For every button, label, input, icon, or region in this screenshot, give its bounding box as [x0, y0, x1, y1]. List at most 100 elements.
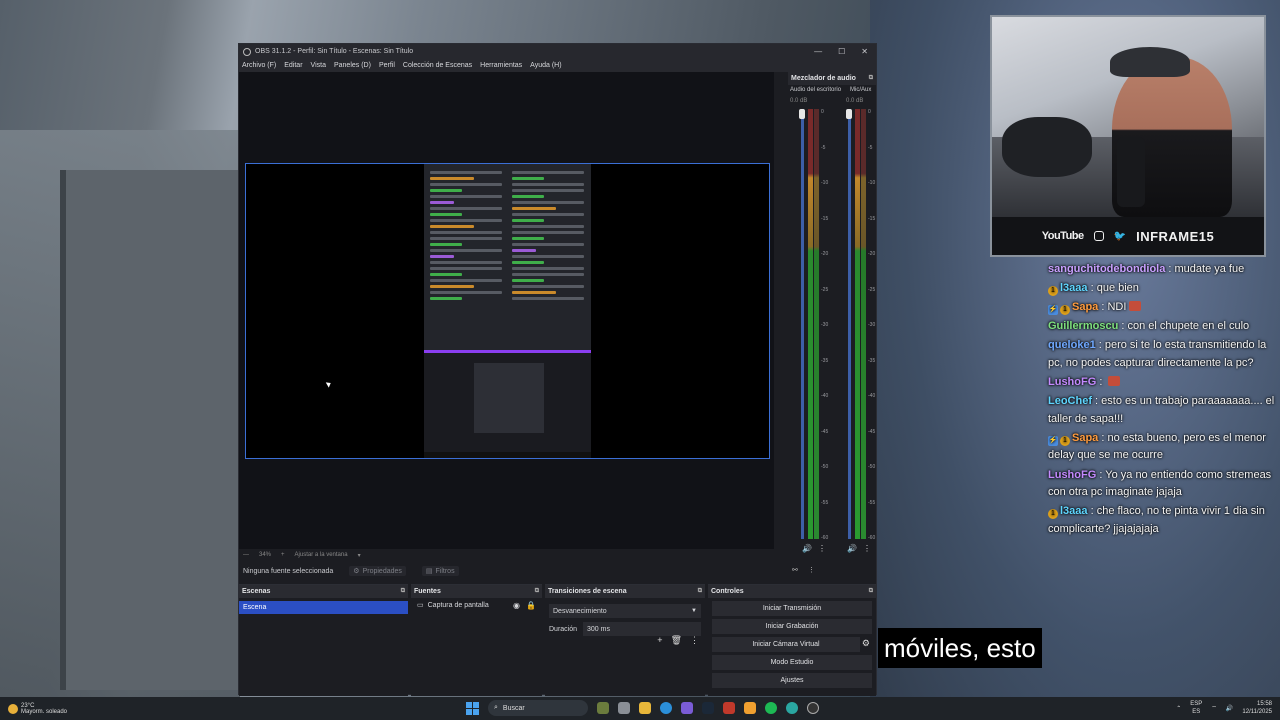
subtitle-caption: móviles, esto — [878, 628, 1042, 668]
zoom-in-button[interactable]: + — [281, 552, 285, 558]
db-tick-label: -25 — [821, 286, 829, 293]
chevron-down-icon[interactable]: ▾ — [358, 552, 361, 559]
close-button[interactable]: ✕ — [861, 47, 868, 56]
speaker-icon[interactable]: 🔊 — [847, 544, 857, 553]
source-item[interactable]: ▭ Captura de pantalla ◉ 🔒 — [411, 598, 542, 612]
volume-knob-desktop[interactable] — [799, 109, 805, 119]
dock-float-icon[interactable]: ⧉ — [869, 75, 873, 82]
link-icon[interactable]: ⚯ — [792, 566, 798, 580]
filters-button[interactable]: ▤ Filtros — [421, 566, 459, 576]
speaker-icon[interactable]: 🔊 — [1226, 705, 1233, 712]
mouse-cursor-icon — [325, 380, 333, 388]
menu-perfil[interactable]: Perfil — [379, 62, 395, 69]
keyboard-code: ES — [1192, 709, 1201, 715]
maximize-button[interactable]: ☐ — [838, 47, 845, 56]
chat-message: Guillermoscu : con el chupete en el culo — [1048, 318, 1276, 336]
properties-button[interactable]: ⚙ Propiedades — [349, 566, 406, 576]
preview-area[interactable] — [239, 72, 774, 549]
zoom-out-button[interactable]: — — [243, 552, 249, 558]
add-icon[interactable]: + — [657, 635, 662, 646]
start-recording-button[interactable]: Iniciar Grabación — [712, 619, 872, 634]
more-options-icon[interactable]: ⋮ — [808, 566, 815, 580]
obs-icon[interactable] — [807, 702, 819, 714]
obs-titlebar[interactable]: OBS 31.1.2 - Perfil: Sin Título - Escena… — [239, 44, 876, 59]
taskbar-app-icon[interactable] — [597, 702, 609, 714]
file-explorer-icon[interactable] — [639, 702, 651, 714]
wifi-icon[interactable]: ⌔ — [1211, 704, 1217, 712]
start-virtual-camera-button[interactable]: Iniciar Cámara Virtual — [712, 637, 860, 652]
weather-widget[interactable]: 23°C Mayorm. soleado — [0, 703, 67, 715]
mixer-db-desktop: 0.0 dB — [790, 98, 808, 104]
db-tick-label: -5 — [868, 144, 873, 151]
mixer-footer: ⚯ ⋮ — [788, 566, 876, 580]
chat-username: LushoFG — [1048, 376, 1097, 389]
studio-mode-button[interactable]: Modo Estudio — [712, 655, 872, 670]
steam-icon[interactable] — [702, 702, 714, 714]
volume-slider-desktop[interactable] — [801, 109, 804, 539]
menu-archivo[interactable]: Archivo (F) — [242, 62, 276, 69]
trash-icon[interactable]: 🗑 — [671, 635, 682, 646]
sources-title: Fuentes — [414, 588, 441, 595]
more-options-icon[interactable]: ⋮ — [863, 544, 871, 553]
more-options-icon[interactable]: ⋮ — [690, 635, 699, 646]
lock-icon[interactable]: 🔒 — [526, 601, 536, 610]
db-tick-label: -55 — [821, 499, 829, 506]
chat-separator: : — [1087, 505, 1097, 518]
menu-editar[interactable]: Editar — [284, 62, 302, 69]
zoom-value: 34% — [259, 552, 272, 558]
duration-label: Duración — [549, 625, 578, 633]
nested-screen-capture — [424, 164, 591, 458]
start-button[interactable] — [466, 701, 479, 715]
volume-knob-mic[interactable] — [846, 109, 852, 119]
menu-coleccion-escenas[interactable]: Colección de Escenas — [403, 62, 472, 69]
chat-message: 1 l3aaa : che flaco, no te pinta vivir 1 … — [1048, 503, 1276, 538]
transition-select[interactable]: Desvanecimiento ▼ — [549, 604, 701, 618]
menu-herramientas[interactable]: Herramientas — [480, 62, 522, 69]
volume-slider-mic[interactable] — [848, 109, 851, 539]
db-tick-label: -20 — [821, 251, 829, 257]
preview-canvas[interactable] — [245, 163, 770, 459]
chat-text: que bien — [1096, 282, 1139, 295]
menu-ayuda[interactable]: Ayuda (H) — [530, 62, 561, 69]
menu-paneles[interactable]: Paneles (D) — [334, 62, 371, 69]
settings-button[interactable]: Ajustes — [712, 673, 872, 688]
spotify-icon[interactable] — [765, 702, 777, 714]
filters-label: Filtros — [435, 567, 455, 575]
obs-logo-icon — [243, 47, 251, 56]
db-tick-label: -50 — [868, 464, 876, 470]
chat-username: l3aaa — [1060, 505, 1088, 518]
discord-icon[interactable] — [681, 702, 693, 714]
db-tick-label: -60 — [868, 535, 876, 541]
chat-separator: : — [1096, 468, 1106, 481]
app-icon[interactable] — [723, 702, 735, 714]
dock-float-icon[interactable]: ⧉ — [869, 588, 873, 595]
search-box[interactable]: ⌕ Buscar — [488, 700, 588, 716]
dock-float-icon[interactable]: ⧉ — [401, 588, 405, 595]
gear-icon[interactable]: ⚙ — [862, 638, 870, 649]
clock[interactable]: 15:58 12/11/2025 — [1242, 700, 1272, 716]
app-icon[interactable] — [744, 702, 756, 714]
emote-icon — [1108, 376, 1121, 387]
edge-icon[interactable] — [660, 702, 672, 714]
chat-message: sanguchitodebondiola : mudate ya fue — [1048, 261, 1276, 279]
zoom-mode[interactable]: Ajustar a la ventana — [295, 552, 348, 558]
scene-item[interactable]: Escena — [239, 601, 408, 614]
mod-badge-icon: ⚡ — [1048, 435, 1058, 446]
speaker-icon[interactable]: 🔊 — [802, 544, 812, 553]
menu-vista[interactable]: Vista — [311, 62, 326, 69]
start-streaming-button[interactable]: Iniciar Transmisión — [712, 601, 872, 616]
app-icon[interactable] — [786, 702, 798, 714]
language-indicator[interactable]: ESP ES — [1190, 700, 1202, 716]
mixer-channel-mic: Mic/Aux — [850, 87, 872, 93]
dock-float-icon[interactable]: ⧉ — [698, 588, 702, 595]
task-view-icon[interactable] — [618, 702, 630, 714]
eye-icon[interactable]: ◉ — [513, 601, 520, 610]
dock-float-icon[interactable]: ⧉ — [535, 588, 539, 595]
properties-label: Propiedades — [362, 567, 402, 575]
minimize-button[interactable]: — — [814, 47, 822, 56]
youtube-logo: YouTube — [1041, 230, 1084, 242]
chevron-up-icon[interactable]: ⌃ — [1176, 705, 1181, 712]
twitter-icon: 🐦 — [1113, 230, 1127, 242]
duration-input[interactable]: 300 ms — [583, 622, 701, 636]
more-options-icon[interactable]: ⋮ — [818, 544, 826, 553]
